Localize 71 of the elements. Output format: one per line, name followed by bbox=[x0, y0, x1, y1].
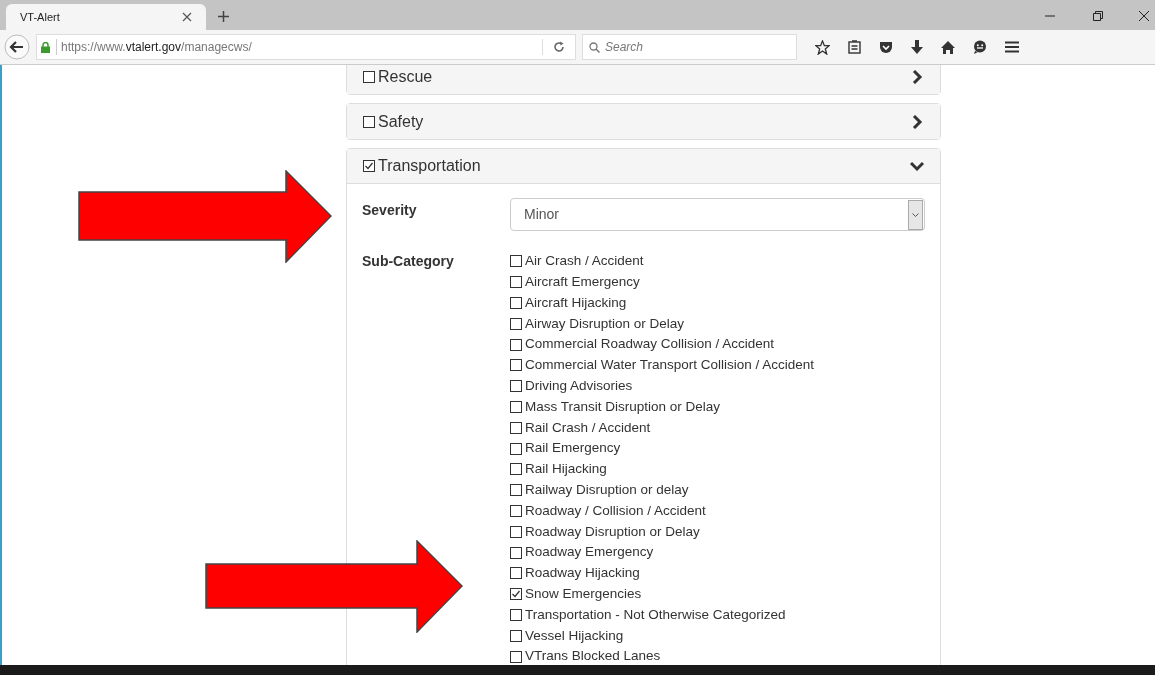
checkbox[interactable] bbox=[510, 608, 522, 621]
subcategory-label: Aircraft Hijacking bbox=[525, 293, 627, 312]
category-label: Rescue bbox=[378, 66, 433, 87]
field-label: Sub-Category bbox=[362, 252, 455, 271]
checkbox[interactable] bbox=[510, 255, 522, 268]
subcategory-label: Driving Advisories bbox=[525, 377, 633, 396]
url-text: https://www.vtalert.gov/managecws/ bbox=[61, 39, 252, 56]
subcategory-label: Rail Crash / Accident bbox=[525, 418, 651, 437]
home-icon[interactable] bbox=[941, 40, 955, 54]
panel-header[interactable]: Transportation bbox=[347, 149, 940, 184]
subcategory-label: Roadway Disruption or Delay bbox=[525, 522, 700, 541]
subcategory-label: Air Crash / Accident bbox=[525, 252, 644, 271]
close-window-icon[interactable] bbox=[1139, 11, 1149, 21]
checkbox[interactable] bbox=[510, 629, 522, 642]
subcategory-label: VTrans Blocked Lanes bbox=[525, 647, 661, 665]
checkbox[interactable] bbox=[510, 650, 522, 663]
checkbox[interactable] bbox=[510, 359, 522, 372]
menu-icon[interactable] bbox=[1005, 41, 1019, 53]
severity-dropdown[interactable]: Minor bbox=[510, 198, 925, 231]
checkbox[interactable] bbox=[510, 317, 522, 330]
panel-header[interactable]: Rescue bbox=[347, 65, 940, 94]
subcategory-label: Roadway / Collision / Accident bbox=[525, 501, 706, 520]
checkbox[interactable] bbox=[510, 442, 522, 455]
checkbox[interactable] bbox=[510, 567, 522, 580]
subcategory-label: Aircraft Emergency bbox=[525, 273, 640, 292]
checkbox[interactable] bbox=[363, 70, 375, 83]
address-bar[interactable]: https://www.vtalert.gov/managecws/ bbox=[36, 34, 576, 60]
checkbox[interactable] bbox=[510, 338, 522, 351]
subcategory-label: Roadway Emergency bbox=[525, 543, 654, 562]
reload-icon[interactable] bbox=[553, 41, 565, 53]
close-icon[interactable] bbox=[182, 12, 192, 22]
pocket-icon[interactable] bbox=[879, 40, 893, 54]
search-icon bbox=[589, 41, 600, 53]
subcategory-label: Mass Transit Disruption or Delay bbox=[525, 397, 721, 416]
checkbox[interactable] bbox=[510, 484, 522, 497]
subcategory-label: Railway Disruption or delay bbox=[525, 481, 689, 500]
checkbox[interactable] bbox=[510, 400, 522, 413]
lock-icon bbox=[41, 41, 50, 53]
subcategory-label: Rail Hijacking bbox=[525, 460, 607, 479]
category-label: Safety bbox=[378, 111, 424, 132]
subcategory-label: Roadway Hijacking bbox=[525, 564, 640, 583]
category-label: Transportation bbox=[378, 156, 481, 176]
checkbox[interactable] bbox=[510, 276, 522, 289]
subcategory-label: Snow Emergencies bbox=[525, 585, 642, 603]
checkbox[interactable] bbox=[510, 380, 522, 393]
subcategory-label: Transportation - Not Otherwise Categorized bbox=[525, 605, 786, 624]
subcategory-label: Vessel Hijacking bbox=[525, 626, 624, 645]
star-icon[interactable] bbox=[815, 39, 830, 55]
restore-icon[interactable] bbox=[1093, 11, 1103, 21]
checkbox[interactable] bbox=[510, 525, 522, 538]
panel-header[interactable]: Safety bbox=[347, 104, 940, 139]
download-icon[interactable] bbox=[911, 40, 923, 54]
clipboard-icon[interactable] bbox=[848, 40, 861, 54]
subcategory-label: Commercial Roadway Collision / Accident bbox=[525, 335, 775, 354]
subcategory-label: Rail Emergency bbox=[525, 439, 621, 458]
subcategory-label: Airway Disruption or Delay bbox=[525, 314, 685, 333]
search-field[interactable]: Search bbox=[582, 34, 797, 60]
checkbox[interactable] bbox=[510, 546, 522, 559]
checkbox[interactable] bbox=[510, 504, 522, 517]
back-button[interactable] bbox=[4, 34, 30, 60]
checkbox[interactable] bbox=[510, 463, 522, 476]
checkbox[interactable] bbox=[510, 297, 522, 309]
browser-tab[interactable]: VT-Alert bbox=[6, 4, 206, 30]
subcategory-label: Commercial Water Transport Collision / Accident bbox=[525, 356, 815, 375]
checkbox[interactable] bbox=[510, 421, 522, 434]
field-label: Severity bbox=[362, 201, 418, 220]
checkbox[interactable] bbox=[510, 588, 522, 601]
chat-icon[interactable] bbox=[973, 40, 987, 54]
checkbox[interactable] bbox=[363, 160, 375, 172]
new-tab-icon[interactable] bbox=[218, 11, 229, 22]
checkbox[interactable] bbox=[363, 115, 375, 128]
